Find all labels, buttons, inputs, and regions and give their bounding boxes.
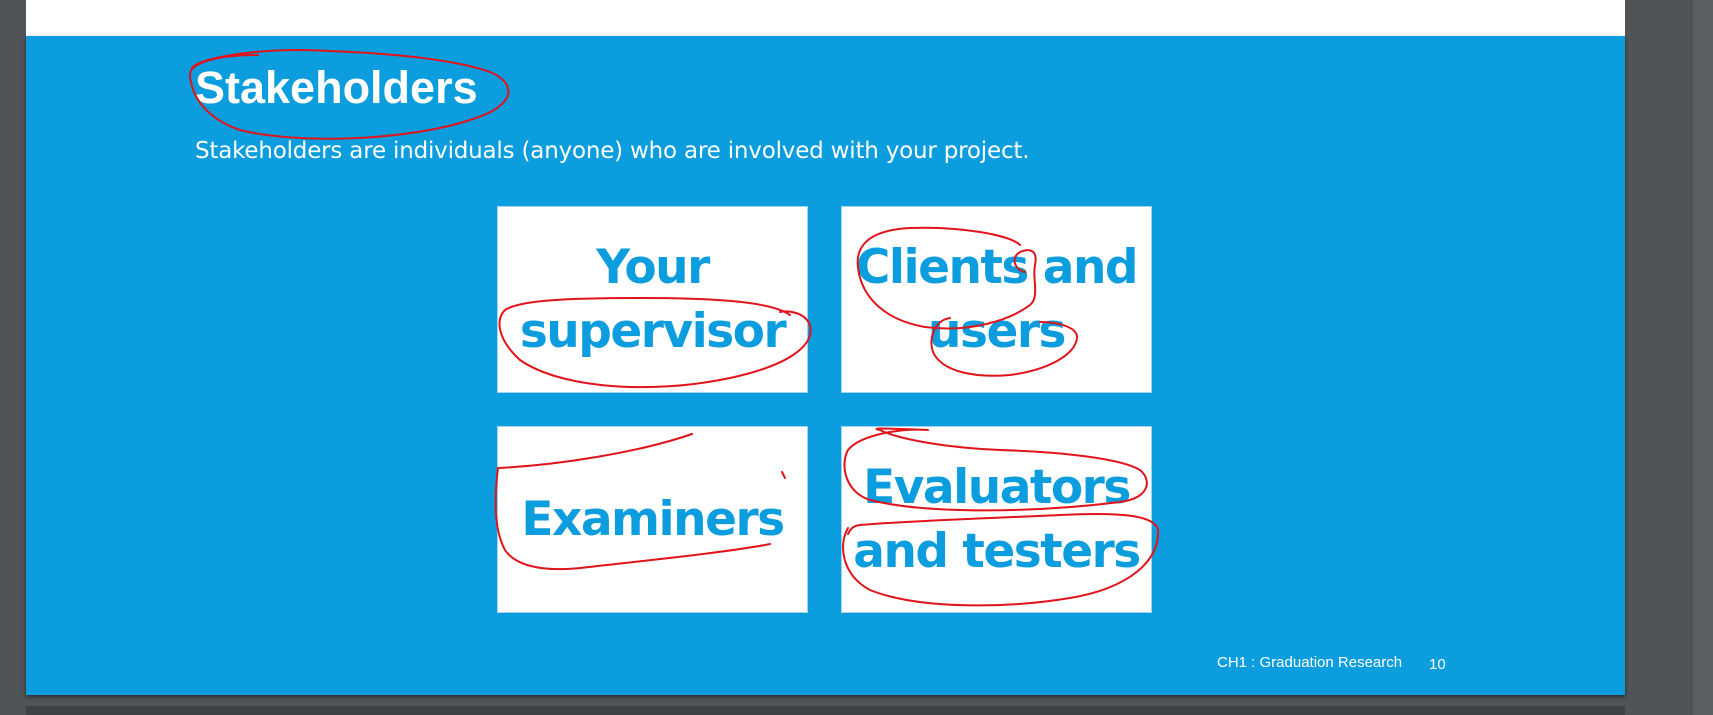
stakeholder-card-evaluators: Evaluators and testers	[841, 426, 1152, 613]
next-page	[26, 706, 1625, 715]
stakeholder-card-examiners: Examiners	[497, 426, 808, 613]
slide: Stakeholders Stakeholders are individual…	[26, 36, 1625, 695]
card-label: Examiners	[521, 491, 785, 547]
slide-title: Stakeholders	[195, 62, 478, 113]
card-label: Clients and users	[855, 239, 1139, 359]
stakeholder-card-clients: Clients and users	[841, 206, 1152, 393]
card-label: Your supervisor	[519, 239, 787, 359]
page-number: 10	[1429, 656, 1446, 673]
previous-page	[26, 0, 1625, 36]
vertical-scrollbar[interactable]	[1693, 0, 1713, 715]
document-viewer: Stakeholders Stakeholders are individual…	[0, 0, 1713, 715]
slide-subtitle: Stakeholders are individuals (anyone) wh…	[195, 138, 1030, 164]
card-label: Evaluators and testers	[853, 459, 1141, 579]
slide-footer: CH1 : Graduation Research	[1217, 654, 1403, 671]
stakeholder-card-supervisor: Your supervisor	[497, 206, 808, 393]
